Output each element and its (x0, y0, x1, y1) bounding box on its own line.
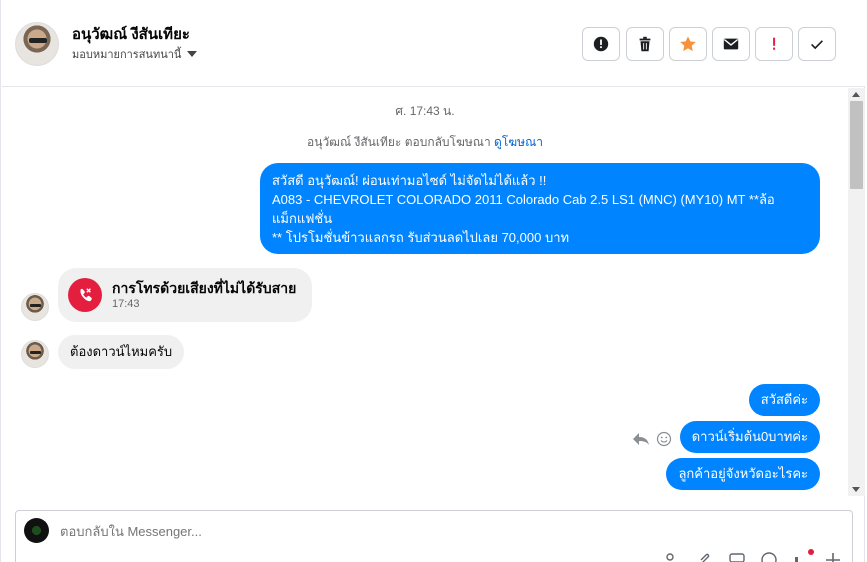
mark-unread-button[interactable] (712, 27, 750, 61)
emoji-icon[interactable] (760, 551, 778, 562)
ad-message-line: A083 - CHEVROLET COLORADO 2011 Colorado … (272, 192, 775, 207)
outgoing-message-bubble: ลูกค้าอยู่จังหวัดอะไรคะ (666, 458, 820, 490)
delete-button[interactable] (626, 27, 664, 61)
thread-timestamp: ศ. 17:43 น. (395, 104, 455, 118)
ad-reply-note-text: อนุวัฒณ์ งีสันเทียะ ตอบกลับโฆษณา (307, 135, 491, 149)
sender-avatar[interactable] (21, 293, 49, 321)
envelope-icon (723, 38, 739, 50)
attachment-icon[interactable] (696, 551, 714, 562)
outgoing-message-bubble: สวัสดีค่ะ (748, 384, 820, 416)
like-icon[interactable] (792, 549, 814, 562)
ad-message-bubble: สวัสดี อนุวัฒณ์! ผ่อนเท่ามอไซด์ ไม่จัดไม… (260, 163, 820, 254)
sender-avatar[interactable] (21, 340, 49, 368)
notification-dot (808, 549, 814, 555)
exclamation-icon (773, 37, 776, 50)
inbox-frame: อนุวัฒณ์ งีสันเทียะ มอบหมายการสนทนานี้ ศ… (0, 0, 865, 562)
page-avatar (24, 518, 49, 543)
ad-message-line: ** โปรโมชั่นข้าวแลกรถ รับส่วนลดไปเลย 70,… (272, 230, 570, 245)
contact-name[interactable]: อนุวัฒณ์ งีสันเทียะ (72, 22, 190, 46)
reply-input[interactable] (60, 524, 660, 539)
trash-icon (639, 36, 651, 52)
assign-conversation-dropdown[interactable]: มอบหมายการสนทนานี้ (72, 45, 198, 63)
contact-avatar[interactable] (15, 22, 59, 66)
star-button[interactable] (669, 27, 707, 61)
caret-down-icon (187, 51, 198, 57)
scrollbar-thumb[interactable] (850, 101, 863, 189)
done-button[interactable] (798, 27, 836, 61)
important-button[interactable] (755, 27, 793, 61)
ad-message-line: แม็กแฟชั่น (272, 211, 333, 226)
outgoing-message-bubble: ดาวน์เริ่มต้น0บาทค่ะ (679, 421, 820, 453)
missed-call-bubble[interactable]: การโทรด้วยเสียงที่ไม่ได้รับสาย 17:43 (58, 268, 312, 322)
magic-icon[interactable] (824, 551, 842, 562)
scroll-down-arrow-icon[interactable] (852, 487, 860, 492)
message-thread: ศ. 17:43 น. อนุวัฒณ์ งีสันเทียะ ตอบกลับโ… (2, 88, 848, 496)
ad-reply-note: อนุวัฒณ์ งีสันเทียะ ตอบกลับโฆษณา ดูโฆษณา (2, 133, 848, 152)
star-icon (680, 36, 696, 52)
composer-tools (664, 549, 842, 562)
missed-call-icon (68, 278, 102, 312)
spam-button[interactable] (582, 27, 620, 61)
check-icon (811, 40, 823, 50)
missed-call-time: 17:43 (112, 298, 140, 310)
saved-replies-icon[interactable] (728, 551, 746, 562)
assign-label: มอบหมายการสนทนานี้ (72, 49, 182, 61)
view-ad-link[interactable]: ดูโฆษณา (494, 135, 543, 149)
emoji-react-icon[interactable] (656, 431, 672, 447)
message-actions (632, 431, 672, 447)
reply-icon[interactable] (632, 431, 650, 447)
thread-scrollbar[interactable] (848, 88, 865, 496)
tag-icon[interactable] (664, 551, 682, 562)
alert-circle-icon (593, 36, 609, 52)
reply-composer (15, 510, 853, 562)
ad-message-line: สวัสดี อนุวัฒณ์! ผ่อนเท่ามอไซด์ ไม่จัดไม… (272, 173, 547, 188)
missed-call-title: การโทรด้วยเสียงที่ไม่ได้รับสาย (112, 280, 297, 296)
conversation-header: อนุวัฒณ์ งีสันเทียะ มอบหมายการสนทนานี้ (2, 0, 865, 87)
scroll-up-arrow-icon[interactable] (852, 92, 860, 97)
incoming-message-bubble: ต้องดาวน์ไหมครับ (58, 335, 185, 369)
